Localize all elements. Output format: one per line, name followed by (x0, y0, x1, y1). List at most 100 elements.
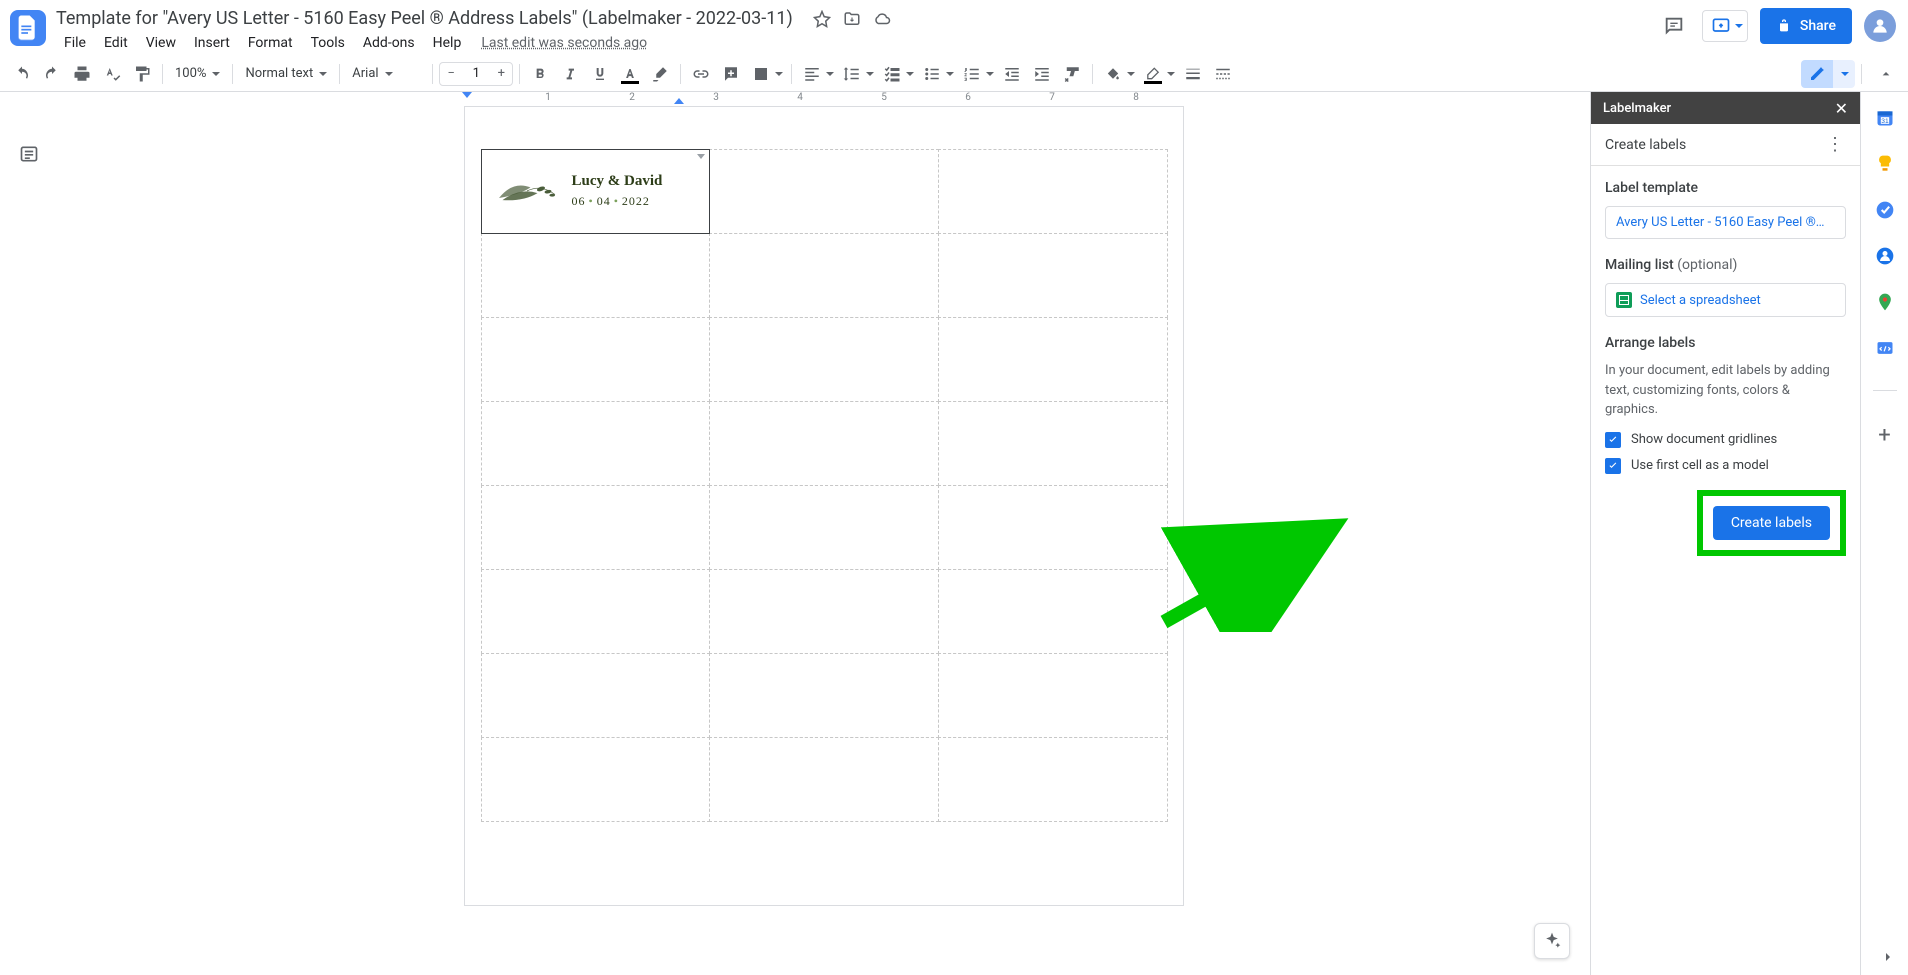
label-cell-empty[interactable] (709, 401, 939, 486)
document-outline-icon[interactable] (15, 140, 43, 168)
first-line-indent-marker[interactable] (674, 98, 684, 104)
menu-insert[interactable]: Insert (186, 33, 238, 53)
contacts-icon[interactable] (1875, 246, 1895, 266)
label-cell-empty[interactable] (709, 149, 939, 234)
checkbox-first-cell-model[interactable]: Use first cell as a model (1605, 458, 1846, 474)
hide-side-panel-icon[interactable] (1880, 949, 1896, 965)
menu-view[interactable]: View (138, 33, 184, 53)
increase-indent-icon[interactable] (1028, 60, 1056, 88)
menu-format[interactable]: Format (240, 33, 301, 53)
label-names[interactable]: Lucy & David (572, 173, 663, 190)
label-cell-empty[interactable] (938, 401, 1168, 486)
label-cell-first[interactable]: Lucy & David 06•04•2022 (481, 149, 711, 234)
label-cell-empty[interactable] (938, 149, 1168, 234)
explore-button[interactable] (1534, 923, 1570, 959)
insert-link-icon[interactable] (687, 60, 715, 88)
interview-prep-icon[interactable] (1875, 338, 1895, 358)
tasks-icon[interactable] (1875, 200, 1895, 220)
cell-fill-dropdown[interactable] (1127, 72, 1137, 76)
menu-tools[interactable]: Tools (303, 33, 353, 53)
label-cell-empty[interactable] (709, 317, 939, 402)
paint-format-icon[interactable] (128, 60, 156, 88)
page[interactable]: Lucy & David 06•04•2022 (464, 106, 1184, 906)
highlight-color-icon[interactable] (646, 60, 674, 88)
label-cell-empty[interactable] (938, 233, 1168, 318)
maps-icon[interactable] (1875, 292, 1895, 312)
border-color-icon[interactable] (1139, 60, 1167, 88)
label-cell-empty[interactable] (938, 317, 1168, 402)
cloud-status-icon[interactable] (873, 10, 891, 28)
font-select[interactable]: Arial (346, 60, 426, 88)
editing-mode-icon[interactable] (1801, 60, 1833, 88)
checklist-dropdown[interactable] (906, 72, 916, 76)
align-dropdown[interactable] (826, 72, 836, 76)
close-icon[interactable]: ✕ (1835, 99, 1848, 118)
more-options-icon[interactable]: ⋮ (1826, 134, 1846, 155)
underline-icon[interactable] (586, 60, 614, 88)
zoom-select[interactable]: 100% (169, 60, 226, 88)
line-spacing-icon[interactable] (838, 60, 866, 88)
bulleted-list-icon[interactable] (918, 60, 946, 88)
clear-formatting-icon[interactable] (1058, 60, 1086, 88)
label-cell-empty[interactable] (938, 485, 1168, 570)
text-color-icon[interactable] (616, 60, 644, 88)
get-addons-icon[interactable]: + (1878, 423, 1890, 448)
label-date[interactable]: 06•04•2022 (572, 194, 663, 209)
label-cell-empty[interactable] (481, 233, 711, 318)
left-indent-marker[interactable] (462, 92, 472, 98)
open-comments-icon[interactable] (1658, 10, 1690, 42)
label-cell-empty[interactable] (709, 653, 939, 738)
undo-icon[interactable] (8, 60, 36, 88)
label-cell-empty[interactable] (481, 737, 711, 822)
share-button[interactable]: Share (1760, 8, 1852, 44)
menu-edit[interactable]: Edit (96, 33, 136, 53)
cell-fill-color-icon[interactable] (1099, 60, 1127, 88)
document-canvas[interactable]: 1 2 3 4 5 6 7 8 (58, 92, 1590, 975)
docs-logo-icon[interactable] (10, 10, 46, 46)
paragraph-style-select[interactable]: Normal text (239, 60, 333, 88)
collapse-toolbar-icon[interactable] (1872, 60, 1900, 88)
menu-addons[interactable]: Add-ons (355, 33, 423, 53)
label-cell-empty[interactable] (709, 485, 939, 570)
label-cell-empty[interactable] (709, 233, 939, 318)
label-cell-empty[interactable] (481, 569, 711, 654)
label-cell-empty[interactable] (938, 569, 1168, 654)
label-cell-empty[interactable] (481, 317, 711, 402)
label-cell-empty[interactable] (938, 653, 1168, 738)
insert-image-icon[interactable] (747, 60, 775, 88)
label-cell-empty[interactable] (481, 653, 711, 738)
border-color-dropdown[interactable] (1167, 72, 1177, 76)
print-icon[interactable] (68, 60, 96, 88)
checklist-icon[interactable] (878, 60, 906, 88)
label-cell-empty[interactable] (709, 737, 939, 822)
align-icon[interactable] (798, 60, 826, 88)
label-cell-empty[interactable] (481, 401, 711, 486)
keep-icon[interactable] (1875, 154, 1895, 174)
insert-image-dropdown[interactable] (775, 72, 785, 76)
calendar-icon[interactable]: 31 (1875, 108, 1895, 128)
label-cell-empty[interactable] (709, 569, 939, 654)
label-cell-empty[interactable] (481, 485, 711, 570)
bold-icon[interactable] (526, 60, 554, 88)
numbered-list-icon[interactable] (958, 60, 986, 88)
add-comment-icon[interactable] (717, 60, 745, 88)
numbered-list-dropdown[interactable] (986, 72, 996, 76)
line-spacing-dropdown[interactable] (866, 72, 876, 76)
italic-icon[interactable] (556, 60, 584, 88)
spellcheck-icon[interactable] (98, 60, 126, 88)
border-width-icon[interactable] (1179, 60, 1207, 88)
horizontal-ruler[interactable]: 1 2 3 4 5 6 7 8 (464, 92, 1184, 106)
last-edit-link[interactable]: Last edit was seconds ago (481, 35, 647, 51)
bulleted-list-dropdown[interactable] (946, 72, 956, 76)
editing-mode-dropdown[interactable] (1833, 60, 1855, 88)
present-button[interactable] (1702, 10, 1748, 42)
star-icon[interactable] (813, 10, 831, 28)
decrease-indent-icon[interactable] (998, 60, 1026, 88)
border-style-icon[interactable] (1209, 60, 1237, 88)
move-icon[interactable] (843, 10, 861, 28)
redo-icon[interactable] (38, 60, 66, 88)
account-avatar[interactable] (1864, 10, 1896, 42)
checkbox-show-gridlines[interactable]: Show document gridlines (1605, 432, 1846, 448)
font-size-value[interactable]: 1 (462, 66, 490, 81)
select-spreadsheet-button[interactable]: Select a spreadsheet (1605, 283, 1846, 317)
